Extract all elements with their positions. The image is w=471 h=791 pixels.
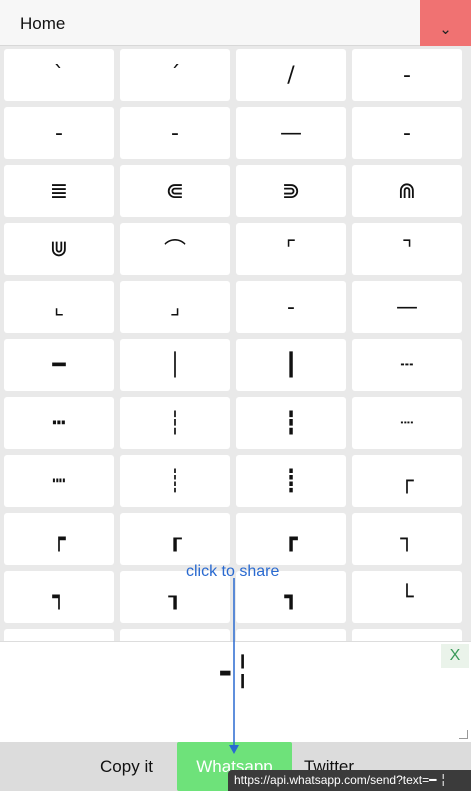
symbol-cell[interactable]: │ (120, 339, 230, 391)
symbol-glyph: ┏ (284, 526, 298, 552)
symbol-glyph: └ (400, 584, 414, 610)
symbol-cell[interactable]: - (352, 107, 462, 159)
symbol-cell[interactable]: — (236, 107, 346, 159)
symbol-cell[interactable]: ⌒ (120, 223, 230, 275)
symbol-glyph: ┓ (284, 584, 298, 610)
symbol-cell[interactable]: ┃ (236, 339, 346, 391)
symbol-glyph: ┌ (400, 468, 414, 494)
symbol-glyph: ⌝ (401, 236, 413, 262)
symbol-cell[interactable]: - (352, 49, 462, 101)
chevron-down-icon: ⌄ (439, 21, 452, 38)
output-textarea[interactable]: -╎ X (0, 641, 471, 742)
symbol-cell[interactable]: ┅ (4, 397, 114, 449)
symbol-cell[interactable]: - (4, 107, 114, 159)
symbol-cell[interactable]: ⌟ (120, 281, 230, 333)
symbol-glyph: — (396, 294, 418, 320)
symbol-glyph: ┉ (52, 468, 66, 494)
symbol-cell[interactable]: ┏ (236, 513, 346, 565)
symbol-glyph: — (280, 120, 302, 146)
symbol-glyph: ⋓ (49, 236, 69, 262)
symbol-cell[interactable]: ⌜ (236, 223, 346, 275)
symbol-cell[interactable]: ⌞ (4, 281, 114, 333)
symbol-grid: ` ´ / - - - — - ≣ ⋐ ⋑ ⋒ ⋓ ⌒ ⌜ ⌝ ⌞ ⌟ ‐ — ━ │ ┃ ┄ ┅ ┆ ┇ ┈ ┉ ┊ ┋ ┌ ┍ ┎ ┏ ┐ ┑ ┒ ┓ └… (0, 46, 471, 642)
symbol-cell[interactable]: ┋ (236, 455, 346, 507)
symbol-glyph: ┋ (284, 468, 298, 494)
symbol-cell[interactable]: ┄ (352, 339, 462, 391)
symbol-glyph: ┒ (168, 584, 182, 610)
symbol-glyph: ┅ (52, 410, 66, 436)
symbol-glyph: ┇ (284, 410, 298, 436)
symbol-cell[interactable]: ´ (120, 49, 230, 101)
symbol-glyph: ┑ (52, 584, 66, 610)
symbol-cell[interactable]: ` (4, 49, 114, 101)
symbol-glyph: ┐ (400, 526, 414, 552)
symbol-glyph: │ (168, 352, 182, 378)
symbol-cell[interactable]: ┇ (236, 397, 346, 449)
page-title: Home (20, 14, 66, 33)
symbol-cell[interactable]: / (236, 49, 346, 101)
symbol-glyph: ≣ (49, 178, 69, 204)
symbol-glyph: - (171, 120, 179, 146)
symbol-cell[interactable]: ⋐ (120, 165, 230, 217)
symbol-glyph: ┎ (168, 526, 182, 552)
symbol-cell[interactable]: ┐ (352, 513, 462, 565)
symbol-glyph: ⌟ (169, 294, 181, 320)
output-preview: -╎ (218, 652, 253, 692)
symbol-glyph: ━ (52, 352, 66, 378)
copy-button[interactable]: Copy it (60, 742, 193, 791)
symbol-cell[interactable]: - (120, 107, 230, 159)
symbol-glyph: ` (53, 62, 65, 88)
symbol-cell[interactable]: ┆ (120, 397, 230, 449)
symbol-glyph: ‐ (287, 294, 295, 320)
symbol-glyph: ⋒ (397, 178, 417, 204)
share-hint-label: click to share (186, 563, 280, 580)
symbol-cell[interactable]: ‐ (236, 281, 346, 333)
symbol-glyph: - (55, 120, 63, 146)
symbol-glyph: ┍ (52, 526, 66, 552)
status-bar-url: https://api.whatsapp.com/send?text=━ ╎ (228, 770, 471, 791)
symbol-cell[interactable]: ┈ (352, 397, 462, 449)
symbol-glyph: ┊ (168, 468, 182, 494)
symbol-glyph: ⋐ (165, 178, 185, 204)
header-bar: Home ⌄ (0, 0, 471, 46)
symbol-glyph: ⋑ (281, 178, 301, 204)
symbol-glyph: / (287, 62, 295, 88)
symbol-glyph: ┆ (168, 410, 182, 436)
symbol-cell[interactable]: └ (352, 571, 462, 623)
symbol-glyph: - (403, 120, 411, 146)
symbol-cell[interactable]: ┍ (4, 513, 114, 565)
symbol-cell[interactable]: ⋓ (4, 223, 114, 275)
symbol-glyph: ┄ (400, 352, 414, 378)
symbol-cell[interactable]: ┌ (352, 455, 462, 507)
symbol-cell[interactable]: ┑ (4, 571, 114, 623)
symbol-glyph: ⌜ (285, 236, 297, 262)
symbol-cell[interactable]: — (352, 281, 462, 333)
symbol-cell[interactable]: ⋒ (352, 165, 462, 217)
clear-button[interactable]: X (441, 644, 469, 668)
symbol-glyph: - (403, 62, 411, 88)
symbol-glyph: ´ (169, 62, 181, 88)
symbol-glyph: ⌞ (53, 294, 65, 320)
symbol-glyph: ⌒ (163, 239, 186, 264)
symbol-cell[interactable]: ⌝ (352, 223, 462, 275)
symbol-cell[interactable]: ━ (4, 339, 114, 391)
symbol-cell[interactable]: ┊ (120, 455, 230, 507)
symbol-glyph: ┃ (284, 352, 298, 378)
resize-handle[interactable] (459, 730, 468, 739)
menu-toggle-button[interactable]: ⌄ (420, 0, 471, 46)
symbol-glyph: ┈ (400, 410, 414, 436)
symbol-cell[interactable]: ≣ (4, 165, 114, 217)
symbol-cell[interactable]: ┉ (4, 455, 114, 507)
symbol-cell[interactable]: ⋑ (236, 165, 346, 217)
symbol-cell[interactable]: ┎ (120, 513, 230, 565)
